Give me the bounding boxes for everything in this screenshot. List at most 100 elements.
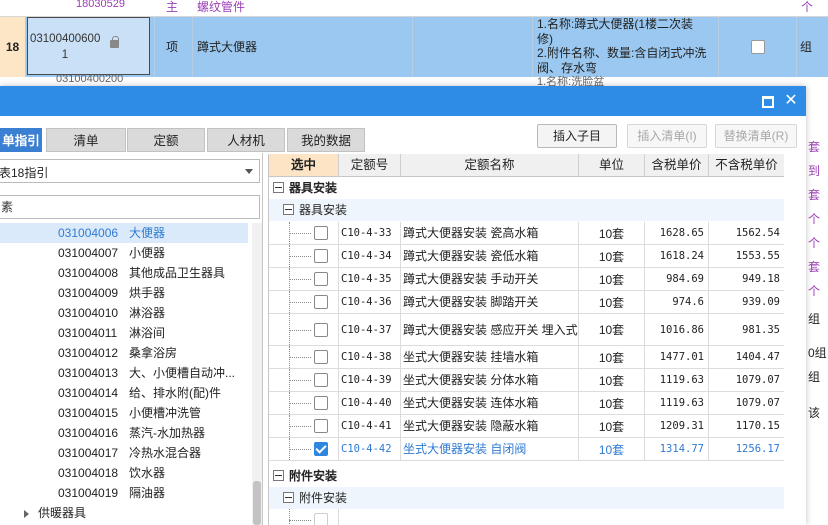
- collapse-icon[interactable]: [273, 470, 284, 481]
- tree-item-code: 031004011: [58, 326, 118, 340]
- guide-select[interactable]: 表18指引: [0, 159, 260, 183]
- header-select[interactable]: 选中: [269, 154, 339, 176]
- table-row[interactable]: C10-4-39 坐式大便器安装 分体水箱 10套 1119.63 1079.07: [269, 369, 785, 392]
- sheet-row-prev[interactable]: 18030529 主 螺纹管件 个: [0, 0, 828, 17]
- tree-item[interactable]: 031004006 大便器: [0, 223, 248, 243]
- row-notax-price: 1256.17: [709, 438, 785, 460]
- row-select-cell: [269, 392, 339, 414]
- row-tax-price: 1119.63: [645, 369, 709, 391]
- row-tax-price: 1618.24: [645, 245, 709, 267]
- scrollbar-thumb[interactable]: [253, 481, 261, 525]
- header-name[interactable]: 定额名称: [401, 154, 579, 176]
- col-divider: [532, 17, 533, 77]
- table-scrollbar[interactable]: [784, 154, 806, 525]
- table-row[interactable]: [269, 509, 785, 525]
- tree-item[interactable]: 031004014 给、排水附(配)件: [0, 383, 248, 403]
- row-prev-code: 18030529: [76, 0, 125, 10]
- table-row[interactable]: C10-4-36 蹲式大便器安装 脚踏开关 10套 974.6 939.09: [269, 291, 785, 314]
- search-input[interactable]: [0, 196, 253, 216]
- subgroup-row[interactable]: 附件安装: [269, 487, 785, 509]
- subgroup-row[interactable]: 器具安装: [269, 199, 785, 221]
- tree-item[interactable]: 031004019 隔油器: [0, 483, 248, 503]
- desc-line: 1.名称:蹲式大便器(1楼二次装: [537, 17, 694, 31]
- tab-quota[interactable]: 定额: [127, 128, 205, 152]
- insert-child-button[interactable]: 插入子目: [537, 124, 617, 148]
- row-unit: 10套: [579, 245, 645, 267]
- strip-text: 个: [808, 236, 821, 250]
- header-notax-price[interactable]: 不含税单价: [709, 154, 785, 176]
- maximize-icon[interactable]: [760, 94, 774, 108]
- row-checkbox[interactable]: [314, 512, 328, 525]
- search-field[interactable]: [0, 195, 260, 219]
- tree-item[interactable]: 031004012 桑拿浴房: [0, 343, 248, 363]
- insert-list-button[interactable]: 插入清单(I): [627, 124, 707, 148]
- row18-checkbox[interactable]: [751, 40, 765, 54]
- tab-list[interactable]: 清单: [46, 128, 126, 152]
- tree-item[interactable]: 031004011 淋浴间: [0, 323, 248, 343]
- tree-item-code: 031004006: [58, 226, 119, 240]
- tree-item[interactable]: 031004009 烘手器: [0, 283, 248, 303]
- tree-item[interactable]: 031004010 淋浴器: [0, 303, 248, 323]
- group-label: 附件安装: [289, 469, 338, 483]
- strip-text: 套: [808, 260, 821, 274]
- row-unit: 10套: [579, 222, 645, 244]
- tree-item[interactable]: 031004015 小便槽冲洗管: [0, 403, 248, 423]
- tab-materials[interactable]: 人材机: [207, 128, 285, 152]
- strip-text: 个: [808, 284, 821, 298]
- tab-guide[interactable]: 单指引: [0, 128, 42, 152]
- row-select-cell: [269, 509, 339, 525]
- close-icon[interactable]: ✕: [784, 93, 798, 109]
- tree-item[interactable]: 031004007 小便器: [0, 243, 248, 263]
- row-checkbox[interactable]: [314, 272, 328, 286]
- row-checkbox[interactable]: [314, 226, 328, 240]
- row-select-cell: [269, 314, 339, 345]
- row-unit: 10套: [579, 346, 645, 368]
- table-row[interactable]: C10-4-42 坐式大便器安装 自闭阀 10套 1314.77 1256.17: [269, 438, 785, 461]
- row-checkbox[interactable]: [314, 396, 328, 410]
- group-row[interactable]: 附件安装: [269, 465, 785, 487]
- row-checkbox[interactable]: [314, 419, 328, 433]
- header-tax-price[interactable]: 含税单价: [645, 154, 709, 176]
- row-checkbox[interactable]: [314, 322, 328, 337]
- tree-parent-item[interactable]: 供暖器具: [0, 503, 248, 523]
- tree-item[interactable]: 031004013 大、小便槽自动冲...: [0, 363, 248, 383]
- tree-scrollbar[interactable]: [252, 223, 262, 525]
- row-notax-price: 1553.55: [709, 245, 785, 267]
- chevron-down-icon: [245, 169, 253, 174]
- replace-list-button[interactable]: 替换清单(R): [715, 124, 797, 148]
- dialog-titlebar[interactable]: ✕: [0, 86, 806, 116]
- tree-item[interactable]: 031004008 其他成品卫生器具: [0, 263, 248, 283]
- tree-item[interactable]: 031004017 冷热水混合器: [0, 443, 248, 463]
- table-row[interactable]: C10-4-38 坐式大便器安装 挂墙水箱 10套 1477.01 1404.47: [269, 346, 785, 369]
- row-next-code: 03100400200: [56, 73, 124, 85]
- table-row[interactable]: C10-4-37 蹲式大便器安装 感应开关 埋入式 10套 1016.86 981.35: [269, 314, 785, 346]
- tab-my-data[interactable]: 我的数据: [287, 128, 365, 152]
- table-row[interactable]: C10-4-33 蹲式大便器安装 瓷高水箱 10套 1628.65 1562.54: [269, 222, 785, 245]
- collapse-icon[interactable]: [283, 204, 294, 215]
- row-checkbox[interactable]: [314, 249, 328, 263]
- table-row[interactable]: C10-4-41 坐式大便器安装 隐蔽水箱 10套 1209.31 1170.15: [269, 415, 785, 438]
- table-row[interactable]: C10-4-40 坐式大便器安装 连体水箱 10套 1119.63 1079.07: [269, 392, 785, 415]
- chevron-right-icon[interactable]: [24, 510, 29, 518]
- row-checkbox[interactable]: [314, 350, 328, 364]
- group-row[interactable]: 器具安装: [269, 177, 785, 199]
- row-prev-unit: 主: [166, 0, 179, 14]
- header-unit[interactable]: 单位: [579, 154, 645, 176]
- header-code[interactable]: 定额号: [339, 154, 401, 176]
- tree-item-name: 桑拿浴房: [129, 346, 178, 360]
- sheet-row-18[interactable]: 18 03100400600 1 项 蹲式大便器 1.名称:蹲式大便器(1楼二次…: [0, 17, 828, 77]
- collapse-icon[interactable]: [273, 182, 284, 193]
- collapse-icon[interactable]: [283, 492, 294, 503]
- tree-item-name: 小便槽冲洗管: [129, 406, 202, 420]
- table-row[interactable]: C10-4-35 蹲式大便器安装 手动开关 10套 984.69 949.18: [269, 268, 785, 291]
- row18-description: 1.名称:蹲式大便器(1楼二次装 修) 2.附件名称、数量:含自闭式冲洗 阀、存…: [537, 17, 717, 75]
- tree-item[interactable]: 031004016 蒸汽-水加热器: [0, 423, 248, 443]
- row-checkbox[interactable]: [314, 373, 328, 387]
- row-checkbox[interactable]: [314, 442, 328, 456]
- tree-item-code: 031004014: [58, 386, 119, 400]
- tree-item[interactable]: 031004018 饮水器: [0, 463, 248, 483]
- table-row[interactable]: C10-4-34 蹲式大便器安装 瓷低水箱 10套 1618.24 1553.55: [269, 245, 785, 268]
- subgroup-label: 器具安装: [299, 203, 348, 217]
- row-checkbox[interactable]: [314, 295, 328, 309]
- row-code: C10-4-37: [339, 314, 401, 345]
